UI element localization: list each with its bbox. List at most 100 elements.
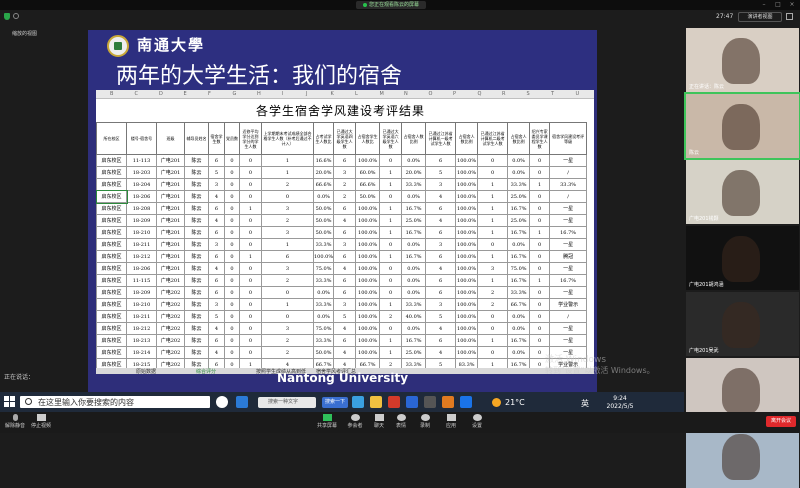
table-cell[interactable]: 2 xyxy=(261,346,314,359)
table-cell[interactable]: 0 xyxy=(529,298,551,311)
column-letter[interactable]: I xyxy=(282,91,283,97)
table-cell[interactable]: 0 xyxy=(529,262,551,275)
table-cell[interactable]: 18-210 xyxy=(126,226,157,239)
table-header-cell[interactable]: 辅导员姓名 xyxy=(184,122,209,155)
table-cell[interactable]: 6 xyxy=(425,154,457,167)
table-cell[interactable]: 3 xyxy=(477,262,509,275)
table-cell[interactable]: 启东校区 xyxy=(96,334,127,347)
settings-button[interactable]: 设置 xyxy=(462,414,492,429)
table-cell[interactable]: 6 xyxy=(261,250,314,263)
weather-icon[interactable] xyxy=(492,398,501,407)
column-letter[interactable]: O xyxy=(429,91,433,97)
table-cell[interactable]: 33.3% xyxy=(401,358,427,368)
info-icon[interactable] xyxy=(13,13,19,19)
table-cell[interactable]: 1 xyxy=(261,238,314,251)
table-cell[interactable]: 100.0% xyxy=(455,238,479,251)
table-cell[interactable]: 5 xyxy=(333,310,357,323)
table-cell[interactable]: 广电201 xyxy=(156,154,185,167)
table-cell[interactable]: 0.0% xyxy=(401,274,427,287)
table-cell[interactable]: 0 xyxy=(239,154,262,167)
table-cell[interactable]: 广电202 xyxy=(156,346,185,359)
table-cell[interactable]: 100.0% xyxy=(355,250,381,263)
table-cell[interactable]: 0 xyxy=(239,334,262,347)
table-cell[interactable]: 0.0% xyxy=(312,190,335,203)
leave-meeting-button[interactable]: 离开会议 xyxy=(766,416,796,427)
table-cell[interactable]: 3 xyxy=(425,178,457,191)
table-cell[interactable]: 16.7% xyxy=(401,226,427,239)
table-cell[interactable]: 0 xyxy=(239,178,262,191)
table-cell[interactable]: 6 xyxy=(208,250,225,263)
table-cell[interactable]: 18-212 xyxy=(126,250,157,263)
table-cell[interactable]: 6 xyxy=(208,154,225,167)
table-cell[interactable]: 33.3% xyxy=(401,178,427,191)
table-cell[interactable]: 2 xyxy=(333,178,357,191)
table-cell[interactable]: 陈云 xyxy=(184,214,209,227)
table-cell[interactable]: 100.0% xyxy=(455,274,479,287)
table-cell[interactable]: 1 xyxy=(379,226,403,239)
table-cell[interactable]: 2 xyxy=(261,274,314,287)
table-cell[interactable]: 0 xyxy=(239,190,262,203)
table-cell[interactable]: 1 xyxy=(477,358,509,368)
table-cell[interactable]: 3 xyxy=(333,238,357,251)
table-cell[interactable]: 3 xyxy=(333,166,357,179)
security-shield-icon[interactable] xyxy=(4,13,10,20)
share-status-pill[interactable]: 您正在观看陈云的屏幕 xyxy=(356,1,426,9)
table-cell[interactable]: 启东校区 xyxy=(96,358,127,368)
view-options-label[interactable]: 缩放的视图 xyxy=(12,30,37,37)
table-cell[interactable]: 陈云 xyxy=(184,334,209,347)
stop-video-button[interactable]: 停止视频 xyxy=(26,414,56,429)
table-cell[interactable]: 33.3% xyxy=(312,238,335,251)
table-cell[interactable]: 3 xyxy=(261,322,314,335)
table-cell[interactable]: 广电201 xyxy=(156,214,185,227)
table-cell[interactable]: 广电201 xyxy=(156,190,185,203)
table-header-cell[interactable]: 占宿舍学生人数比 xyxy=(355,122,381,155)
table-cell[interactable]: 0 xyxy=(261,310,314,323)
table-cell[interactable]: 18-211 xyxy=(126,310,157,323)
table-cell[interactable]: 0.0% xyxy=(507,166,531,179)
taskbar-search[interactable]: 在这里输入你要搜索的内容 xyxy=(20,396,210,408)
table-cell[interactable]: 启东校区 xyxy=(96,346,127,359)
table-cell[interactable]: 1 xyxy=(239,202,262,215)
table-cell[interactable]: 一星 xyxy=(549,238,588,251)
table-cell[interactable]: 1 xyxy=(529,274,551,287)
table-cell[interactable]: 陈云 xyxy=(184,166,209,179)
table-header-cell[interactable]: 上学期期末考试成绩全部合格学生人数（补考后通过不计入） xyxy=(261,122,314,155)
table-cell[interactable]: 广电202 xyxy=(156,298,185,311)
table-cell[interactable]: 5 xyxy=(208,310,225,323)
table-cell[interactable]: 启东校区 xyxy=(96,202,127,215)
table-cell[interactable]: 33.3% xyxy=(549,178,588,191)
table-cell[interactable]: 5 xyxy=(425,358,457,368)
participant-tile[interactable]: 正在讲话：陈云 xyxy=(686,28,799,92)
participant-tile[interactable]: 广电201胡鸿涵 xyxy=(686,226,799,290)
table-cell[interactable]: 18-204 xyxy=(126,178,157,191)
table-cell[interactable]: 100.0% xyxy=(455,322,479,335)
participant-tile[interactable]: 广电201钱颢 xyxy=(686,160,799,224)
table-cell[interactable]: 0 xyxy=(224,166,240,179)
table-cell[interactable]: 0 xyxy=(477,346,509,359)
table-header-cell[interactable]: 已通过大学英语六级学生人数 xyxy=(379,122,403,155)
table-cell[interactable]: 0 xyxy=(224,346,240,359)
table-cell[interactable]: 0 xyxy=(379,190,403,203)
table-cell[interactable]: 广电201 xyxy=(156,226,185,239)
table-cell[interactable]: 100.0% xyxy=(455,250,479,263)
table-cell[interactable]: 6 xyxy=(208,286,225,299)
table-cell[interactable]: 75.0% xyxy=(312,322,335,335)
table-cell[interactable]: 3 xyxy=(208,238,225,251)
table-cell[interactable]: 25.0% xyxy=(401,346,427,359)
table-cell[interactable]: 4 xyxy=(208,322,225,335)
column-letter[interactable]: H xyxy=(257,91,261,97)
task-view-icon[interactable] xyxy=(216,396,228,408)
table-cell[interactable]: 启东校区 xyxy=(96,286,127,299)
table-cell[interactable]: 1 xyxy=(477,178,509,191)
table-cell[interactable]: 启东校区 xyxy=(96,226,127,239)
table-cell[interactable]: 1 xyxy=(379,178,403,191)
table-cell[interactable]: 4 xyxy=(425,214,457,227)
table-cell[interactable]: 0 xyxy=(379,238,403,251)
table-header-cell[interactable]: 绍兴专家委员学课程学生人数 xyxy=(529,122,551,155)
table-cell[interactable]: 75.0% xyxy=(507,262,531,275)
table-cell[interactable]: 3 xyxy=(261,226,314,239)
table-cell[interactable]: 33.3% xyxy=(401,298,427,311)
table-cell[interactable]: 6 xyxy=(425,334,457,347)
table-header-cell[interactable]: 班级 xyxy=(156,122,185,155)
table-cell[interactable]: 100.0% xyxy=(455,298,479,311)
